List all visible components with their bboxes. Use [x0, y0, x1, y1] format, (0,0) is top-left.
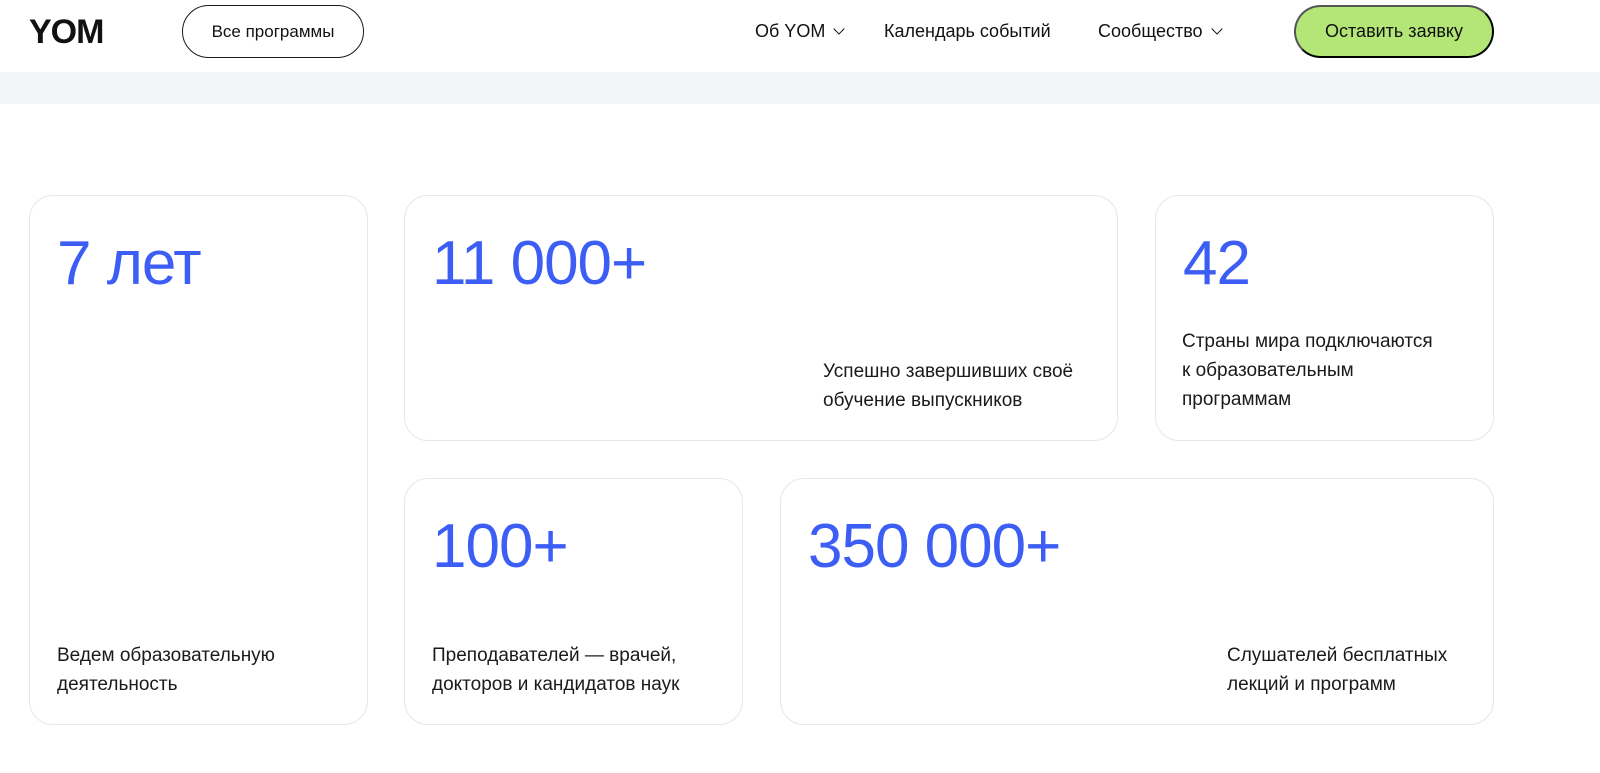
nav-item-calendar[interactable]: Календарь событий	[884, 0, 1051, 62]
nav-item-about-label: Об YOM	[755, 20, 826, 41]
stat-description-line: деятельность	[57, 674, 178, 695]
stat-description-line: Преподавателей — врачей,	[432, 645, 677, 666]
stat-description-line: Успешно завершивших своё	[823, 361, 1074, 382]
stat-description: Слушателей бесплатных лекций и программ	[1227, 641, 1492, 699]
nav-item-community-label: Сообщество	[1098, 20, 1203, 41]
stat-description-line: Ведем образовательную	[57, 645, 275, 666]
nav-item-community[interactable]: Сообщество	[1098, 0, 1223, 62]
stat-card-graduates: 11 000+ Успешно завершивших своё обучени…	[404, 195, 1118, 441]
nav-item-about[interactable]: Об YOM	[755, 0, 845, 62]
stat-description: Ведем образовательную деятельность	[57, 641, 347, 699]
chevron-down-icon	[833, 22, 845, 35]
stat-card-years: 7 лет Ведем образовательную деятельность	[29, 195, 368, 725]
stat-description-line: докторов и кандидатов наук	[432, 674, 680, 695]
all-programs-button[interactable]: Все программы	[182, 5, 364, 58]
stat-card-countries: 42 Страны мира подключаются к образовате…	[1155, 195, 1494, 441]
stat-value: 100+	[432, 512, 569, 581]
chevron-down-icon	[1210, 22, 1223, 35]
stat-description: Преподавателей — врачей, докторов и канд…	[432, 641, 732, 699]
logo[interactable]: YOM	[29, 13, 104, 51]
stat-description-line: лекций и программ	[1227, 674, 1396, 695]
submit-application-button[interactable]: Оставить заявку	[1294, 5, 1494, 58]
stat-value: 7 лет	[57, 229, 202, 298]
stat-description-line: Слушателей бесплатных	[1227, 645, 1448, 666]
stat-card-listeners: 350 000+ Слушателей бесплатных лекций и …	[780, 478, 1494, 725]
stat-description-line: Страны мира подключаются	[1182, 331, 1433, 352]
stat-description: Успешно завершивших своё обучение выпуск…	[823, 357, 1113, 415]
stat-description-line: программам	[1182, 389, 1292, 410]
stat-value: 350 000+	[808, 512, 1061, 581]
nav-item-calendar-label: Календарь событий	[884, 20, 1051, 41]
stat-description-line: обучение выпускников	[823, 390, 1023, 411]
stat-description-line: к образовательным	[1182, 360, 1354, 381]
stat-value: 11 000+	[432, 229, 647, 298]
stat-card-teachers: 100+ Преподавателей — врачей, докторов и…	[404, 478, 743, 725]
header-divider-band	[0, 72, 1600, 104]
site-header: YOM Все программы Об YOM Календарь событ…	[0, 0, 1600, 72]
stat-description: Страны мира подключаются к образовательн…	[1182, 327, 1482, 414]
stat-value: 42	[1183, 229, 1251, 298]
